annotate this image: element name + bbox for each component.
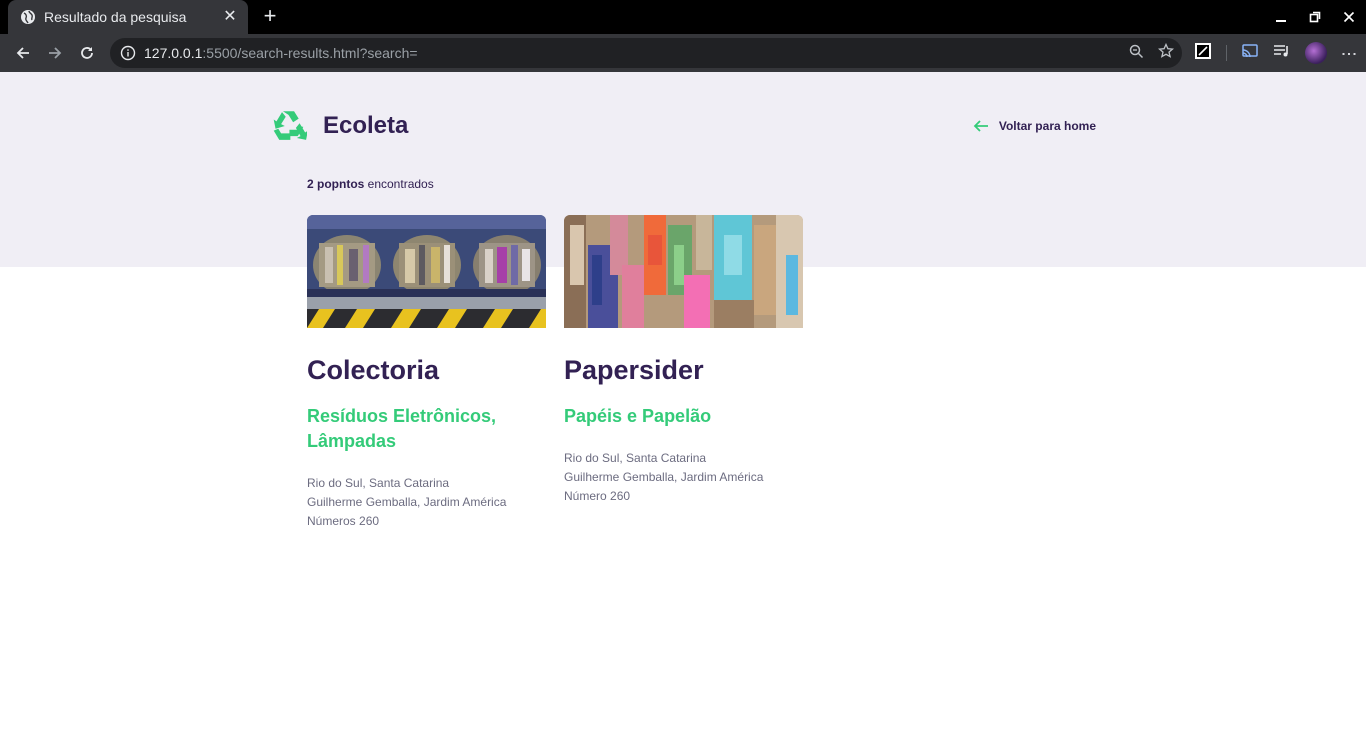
address-bar[interactable]: 127.0.0.1:5500/search-results.html?searc… (110, 38, 1182, 68)
logo[interactable]: Ecoleta (270, 108, 408, 144)
cast-icon[interactable] (1241, 43, 1259, 64)
results-cards: Colectoria Resíduos Eletrônicos, Lâmpada… (307, 215, 803, 531)
toolbar-separator (1226, 45, 1227, 61)
point-image (564, 215, 803, 328)
point-address: Rio do Sul, Santa Catarina Guilherme Gem… (307, 476, 507, 528)
logo-text: Ecoleta (323, 112, 409, 139)
profile-avatar[interactable] (1305, 42, 1327, 64)
plus-icon[interactable]: + (258, 5, 282, 29)
results-count: 2 popntos encontrados (307, 177, 434, 191)
restore-icon[interactable] (1298, 0, 1332, 34)
page-viewport: Ecoleta Voltar para home 2 popntos encon… (0, 72, 1366, 741)
window-controls (1264, 0, 1366, 34)
url-text[interactable]: 127.0.0.1:5500/search-results.html?searc… (144, 45, 1128, 61)
point-card[interactable]: Papersider Papéis e Papelão Rio do Sul, … (564, 215, 803, 531)
star-icon[interactable] (1157, 42, 1175, 64)
point-name: Colectoria (307, 355, 440, 385)
reload-icon[interactable] (72, 38, 102, 68)
page-content: Ecoleta Voltar para home 2 popntos encon… (0, 72, 1366, 741)
browser-tabbar: Resultado da pesquisa ✕ + (0, 0, 1366, 34)
point-card[interactable]: Colectoria Resíduos Eletrônicos, Lâmpada… (307, 215, 546, 531)
close-icon[interactable]: ✕ (222, 9, 238, 25)
site-header: Ecoleta Voltar para home (270, 106, 1096, 146)
point-items: Papéis e Papelão (564, 406, 712, 426)
minimize-icon[interactable] (1264, 0, 1298, 34)
window-close-icon[interactable] (1332, 0, 1366, 34)
extension-area: ⋮ (1194, 42, 1357, 65)
recycle-icon (273, 111, 307, 140)
menu-icon[interactable]: ⋮ (1340, 46, 1357, 61)
point-items: Resíduos Eletrônicos, Lâmpadas (307, 406, 497, 451)
browser-tab[interactable]: Resultado da pesquisa ✕ (8, 0, 248, 34)
tab-title: Resultado da pesquisa (44, 9, 187, 25)
browser-toolbar: 127.0.0.1:5500/search-results.html?searc… (0, 34, 1366, 72)
arrow-left-icon (973, 120, 988, 132)
point-name: Papersider (564, 355, 704, 385)
point-image (307, 215, 546, 328)
info-icon[interactable] (120, 45, 136, 61)
back-home-label: Voltar para home (998, 119, 1096, 133)
extension-icon[interactable] (1194, 42, 1212, 65)
forward-arrow-icon[interactable] (40, 38, 70, 68)
back-arrow-icon[interactable] (8, 38, 38, 68)
media-queue-icon[interactable] (1273, 43, 1291, 64)
zoom-icon[interactable] (1128, 43, 1144, 64)
globe-icon (21, 10, 35, 24)
back-home-link[interactable]: Voltar para home (973, 119, 1096, 133)
point-address: Rio do Sul, Santa Catarina Guilherme Gem… (564, 451, 764, 503)
